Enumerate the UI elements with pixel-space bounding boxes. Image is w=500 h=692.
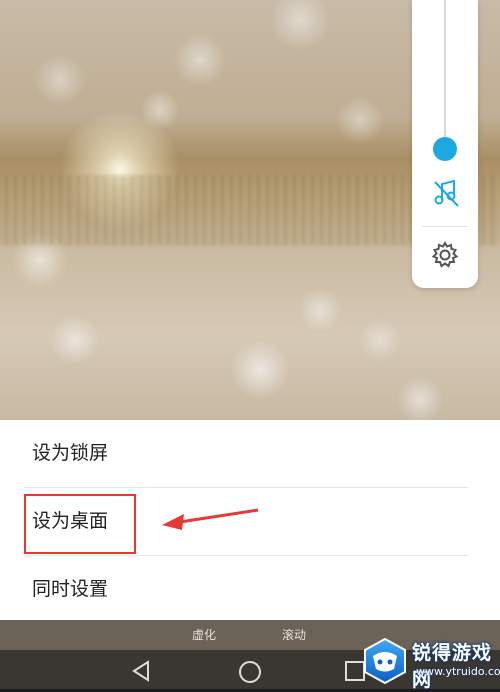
volume-slider-track[interactable]	[444, 0, 446, 145]
volume-slider-knob[interactable]	[433, 137, 457, 161]
scroll-option[interactable]: 滚动	[282, 626, 306, 643]
annotation-highlight-box	[24, 494, 136, 554]
set-lock-screen-option[interactable]: 设为锁屏	[0, 420, 500, 486]
site-watermark: 锐得游戏网 www.ytruido.com	[360, 632, 500, 691]
gear-icon[interactable]	[430, 240, 460, 270]
watermark-url: www.ytruido.com	[416, 665, 500, 678]
set-both-option[interactable]: 同时设置	[0, 556, 500, 622]
music-off-icon[interactable]	[432, 178, 460, 208]
back-icon[interactable]	[130, 660, 152, 682]
panel-divider	[422, 226, 468, 227]
annotation-arrow-icon	[162, 508, 259, 530]
home-icon[interactable]	[238, 660, 262, 684]
volume-panel	[412, 0, 478, 288]
blur-option[interactable]: 虚化	[192, 626, 216, 643]
watermark-logo-icon	[364, 637, 406, 685]
